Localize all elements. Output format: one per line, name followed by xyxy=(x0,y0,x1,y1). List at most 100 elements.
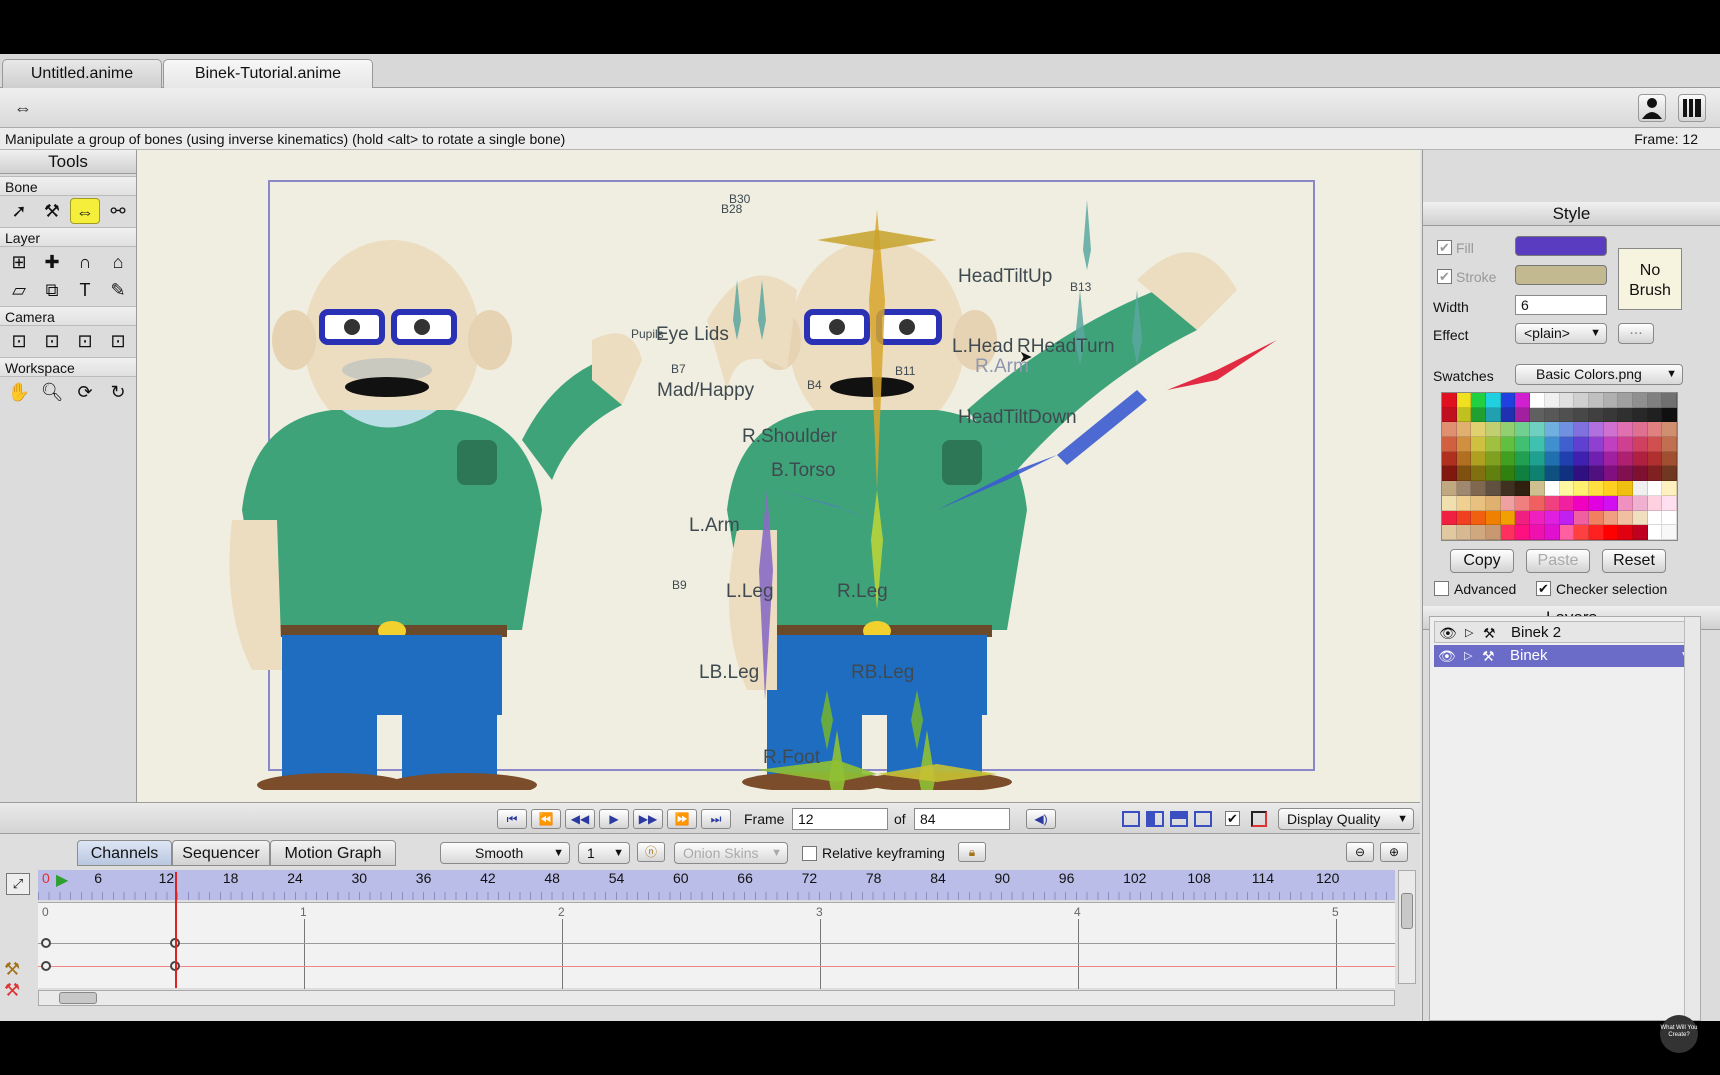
swatch-cell[interactable] xyxy=(1486,437,1501,452)
swatch-cell[interactable] xyxy=(1486,466,1501,482)
effect-more-button[interactable]: ... xyxy=(1618,322,1654,344)
swatch-cell[interactable] xyxy=(1442,466,1457,482)
swatch-cell[interactable] xyxy=(1456,510,1472,526)
swatch-cell[interactable] xyxy=(1515,451,1531,467)
swatch-cell[interactable] xyxy=(1456,407,1472,423)
swatch-cell[interactable] xyxy=(1456,422,1472,438)
swatch-cell[interactable] xyxy=(1442,437,1457,452)
orbit-workspace-tool-icon[interactable]: ↻ xyxy=(103,379,133,405)
swatch-cell[interactable] xyxy=(1486,407,1501,423)
channel-tracks[interactable]: 0 1 2 3 4 5 xyxy=(38,902,1395,989)
swatch-cell[interactable] xyxy=(1559,407,1575,423)
swatch-cell[interactable] xyxy=(1632,422,1648,438)
fill-checkbox[interactable]: ✔ xyxy=(1437,240,1452,255)
swatch-cell[interactable] xyxy=(1662,495,1677,511)
rotate-workspace-tool-icon[interactable]: ⟳ xyxy=(70,379,100,405)
checker-selection-checkbox[interactable]: ✔ xyxy=(1536,581,1551,596)
text-tool-icon[interactable]: T xyxy=(70,277,100,303)
interval-dropdown[interactable]: 1 ▼ xyxy=(578,842,630,864)
tab-motion-graph[interactable]: Motion Graph xyxy=(270,840,396,866)
effect-dropdown[interactable]: <plain> ▼ xyxy=(1515,323,1607,344)
swatch-cell[interactable] xyxy=(1603,495,1619,511)
swatch-cell[interactable] xyxy=(1574,451,1589,467)
swatch-cell[interactable] xyxy=(1662,510,1677,526)
layers-scrollbar[interactable] xyxy=(1684,617,1700,1020)
swatch-cell[interactable] xyxy=(1618,495,1633,511)
swatch-cell[interactable] xyxy=(1662,451,1677,467)
swatch-cell[interactable] xyxy=(1662,407,1677,423)
swatch-cell[interactable] xyxy=(1500,481,1516,496)
width-input[interactable]: 6 xyxy=(1515,295,1607,315)
timeline-horizontal-scrollbar[interactable] xyxy=(38,990,1395,1006)
swatch-cell[interactable] xyxy=(1559,466,1575,482)
swatch-cell[interactable] xyxy=(1500,466,1516,482)
swatch-cell[interactable] xyxy=(1647,407,1663,423)
swatch-cell[interactable] xyxy=(1618,437,1633,452)
swatch-cell[interactable] xyxy=(1544,407,1560,423)
swatch-cell[interactable] xyxy=(1588,525,1604,540)
character-binek[interactable] xyxy=(637,170,1317,790)
swatch-cell[interactable] xyxy=(1574,422,1589,438)
rotate-layer-tool-icon[interactable]: ∩ xyxy=(70,249,100,275)
quad-view-icon[interactable] xyxy=(1194,811,1212,827)
swatch-cell[interactable] xyxy=(1515,466,1531,482)
swatch-cell[interactable] xyxy=(1662,393,1677,408)
swatch-cell[interactable] xyxy=(1618,510,1633,526)
swatch-cell[interactable] xyxy=(1544,437,1560,452)
swatch-cell[interactable] xyxy=(1486,481,1501,496)
swatch-cell[interactable] xyxy=(1603,407,1619,423)
swatch-cell[interactable] xyxy=(1500,393,1516,408)
checkbox-icon[interactable]: ✔ xyxy=(1225,811,1240,826)
swatch-cell[interactable] xyxy=(1559,525,1575,540)
swatch-cell[interactable] xyxy=(1530,407,1545,423)
swatch-cell[interactable] xyxy=(1544,451,1560,467)
tab-untitled[interactable]: Untitled.anime xyxy=(2,59,162,88)
swatch-cell[interactable] xyxy=(1647,422,1663,438)
actor-icon[interactable] xyxy=(1638,94,1666,122)
swatch-cell[interactable] xyxy=(1544,510,1560,526)
swatch-cell[interactable] xyxy=(1515,422,1531,438)
stroke-color-swatch[interactable] xyxy=(1515,265,1607,285)
timeline-vertical-scrollbar[interactable] xyxy=(1398,870,1416,984)
swatch-cell[interactable] xyxy=(1603,466,1619,482)
swatch-cell[interactable] xyxy=(1456,466,1472,482)
roll-camera-tool-icon[interactable]: ⊡ xyxy=(70,328,100,354)
zoom-camera-tool-icon[interactable]: ⊡ xyxy=(37,328,67,354)
swatch-cell[interactable] xyxy=(1662,466,1677,482)
swatch-cell[interactable] xyxy=(1500,407,1516,423)
go-to-end-button[interactable]: ⏭ xyxy=(701,809,731,829)
frame-toggle-icon[interactable] xyxy=(1251,811,1267,827)
horizontal-split-icon[interactable] xyxy=(1170,811,1188,827)
swatch-cell[interactable] xyxy=(1515,393,1531,408)
swatch-cell[interactable] xyxy=(1500,495,1516,511)
swatch-cell[interactable] xyxy=(1647,437,1663,452)
swatch-cell[interactable] xyxy=(1486,393,1501,408)
swatch-cell[interactable] xyxy=(1618,422,1633,438)
swatch-cell[interactable] xyxy=(1530,525,1545,540)
swatch-cell[interactable] xyxy=(1559,422,1575,438)
tool-options-icon[interactable]: ⇔ xyxy=(10,98,36,118)
swatch-cell[interactable] xyxy=(1662,525,1677,540)
swatch-cell[interactable] xyxy=(1500,437,1516,452)
audio-toggle-icon[interactable]: ◀) xyxy=(1026,809,1056,829)
swatch-cell[interactable] xyxy=(1500,525,1516,540)
swatch-cell[interactable] xyxy=(1544,422,1560,438)
swatch-cell[interactable] xyxy=(1632,525,1648,540)
split-view-icon[interactable] xyxy=(1146,811,1164,827)
swatch-cell[interactable] xyxy=(1588,451,1604,467)
previous-keyframe-button[interactable]: ⏪ xyxy=(531,809,561,829)
swatch-cell[interactable] xyxy=(1471,466,1487,482)
swatch-cell[interactable] xyxy=(1515,481,1531,496)
swatch-cell[interactable] xyxy=(1574,466,1589,482)
next-keyframe-button[interactable]: ⏩ xyxy=(667,809,697,829)
swatch-cell[interactable] xyxy=(1486,422,1501,438)
swatch-cell[interactable] xyxy=(1647,451,1663,467)
swatches-dropdown[interactable]: Basic Colors.png ▼ xyxy=(1515,364,1683,385)
display-quality-dropdown[interactable]: Display Quality ▼ xyxy=(1278,808,1414,830)
swatch-cell[interactable] xyxy=(1442,422,1457,438)
swatch-cell[interactable] xyxy=(1471,393,1487,408)
stroke-checkbox[interactable]: ✔ xyxy=(1437,269,1452,284)
swatch-cell[interactable] xyxy=(1515,407,1531,423)
swatch-cell[interactable] xyxy=(1647,466,1663,482)
swatch-cell[interactable] xyxy=(1471,495,1487,511)
